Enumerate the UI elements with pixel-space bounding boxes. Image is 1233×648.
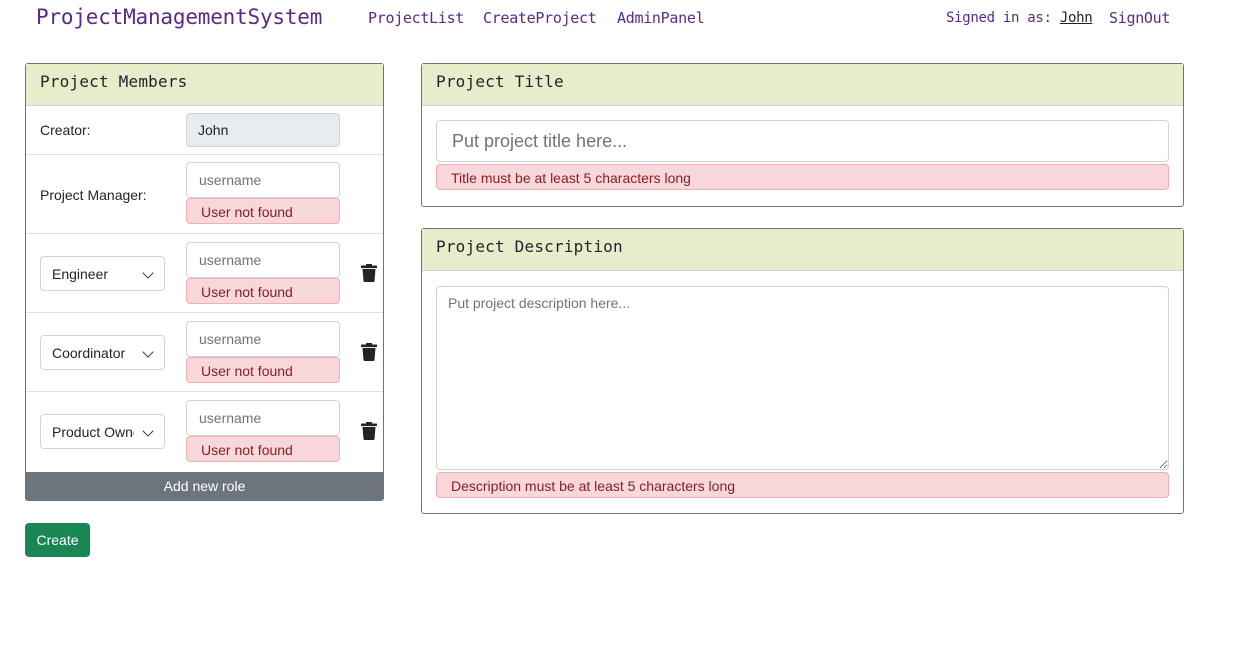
role-row: Engineer User not found: [26, 234, 383, 313]
role-username-input[interactable]: [186, 400, 340, 436]
card-header: Project Members: [26, 64, 383, 106]
role-username-input[interactable]: [186, 321, 340, 357]
nav-create-project[interactable]: CreateProject: [483, 9, 597, 27]
role-select-value: Engineer: [52, 266, 109, 282]
role-username-input[interactable]: [186, 242, 340, 278]
error-message: User not found: [186, 436, 340, 462]
add-new-role-button[interactable]: Add new role: [25, 472, 384, 500]
title-error-message: Title must be at least 5 characters long: [436, 164, 1169, 190]
creator-label: Creator:: [40, 122, 91, 138]
role-select-value: Coordinator: [52, 345, 126, 361]
role-row: Product Owner User not found: [26, 392, 383, 472]
role-select[interactable]: Coordinator: [40, 335, 165, 370]
signed-in-label: Signed in as:: [946, 10, 1052, 26]
project-manager-username-input[interactable]: [186, 162, 340, 198]
project-manager-row: Project Manager: User not found: [26, 155, 383, 234]
card-header: Project Title: [422, 64, 1183, 106]
role-row: Coordinator User not found: [26, 313, 383, 392]
project-manager-label: Project Manager:: [40, 187, 147, 203]
current-user-link[interactable]: John: [1060, 10, 1093, 26]
role-select-value: Product Owner: [52, 424, 134, 440]
signout-link[interactable]: SignOut: [1109, 9, 1170, 27]
error-message: User not found: [186, 278, 340, 304]
error-message: User not found: [186, 198, 340, 224]
creator-field: John: [186, 113, 340, 147]
project-title-input[interactable]: [436, 120, 1169, 162]
project-members-card: Project Members Creator: John Project Ma…: [25, 63, 384, 501]
nav-project-list[interactable]: ProjectList: [368, 9, 464, 27]
error-message: User not found: [186, 357, 340, 383]
trash-icon[interactable]: [361, 422, 377, 440]
project-description-textarea[interactable]: [436, 286, 1169, 470]
project-description-card: Project Description Description must be …: [421, 228, 1184, 514]
nav-admin-panel[interactable]: AdminPanel: [617, 9, 705, 27]
trash-icon[interactable]: [361, 343, 377, 361]
card-header: Project Description: [422, 229, 1183, 271]
chevron-down-icon: [142, 346, 154, 358]
role-select[interactable]: Product Owner: [40, 414, 165, 449]
creator-row: Creator: John: [26, 106, 383, 155]
signed-in-status: Signed in as: John: [946, 10, 1093, 26]
project-title-card: Project Title Title must be at least 5 c…: [421, 63, 1184, 207]
brand-logo[interactable]: ProjectManagementSystem: [36, 5, 322, 29]
role-select[interactable]: Engineer: [40, 256, 165, 291]
create-button[interactable]: Create: [25, 523, 90, 557]
chevron-down-icon: [142, 425, 154, 437]
trash-icon[interactable]: [361, 264, 377, 282]
chevron-down-icon: [142, 267, 154, 279]
description-error-message: Description must be at least 5 character…: [436, 472, 1169, 498]
